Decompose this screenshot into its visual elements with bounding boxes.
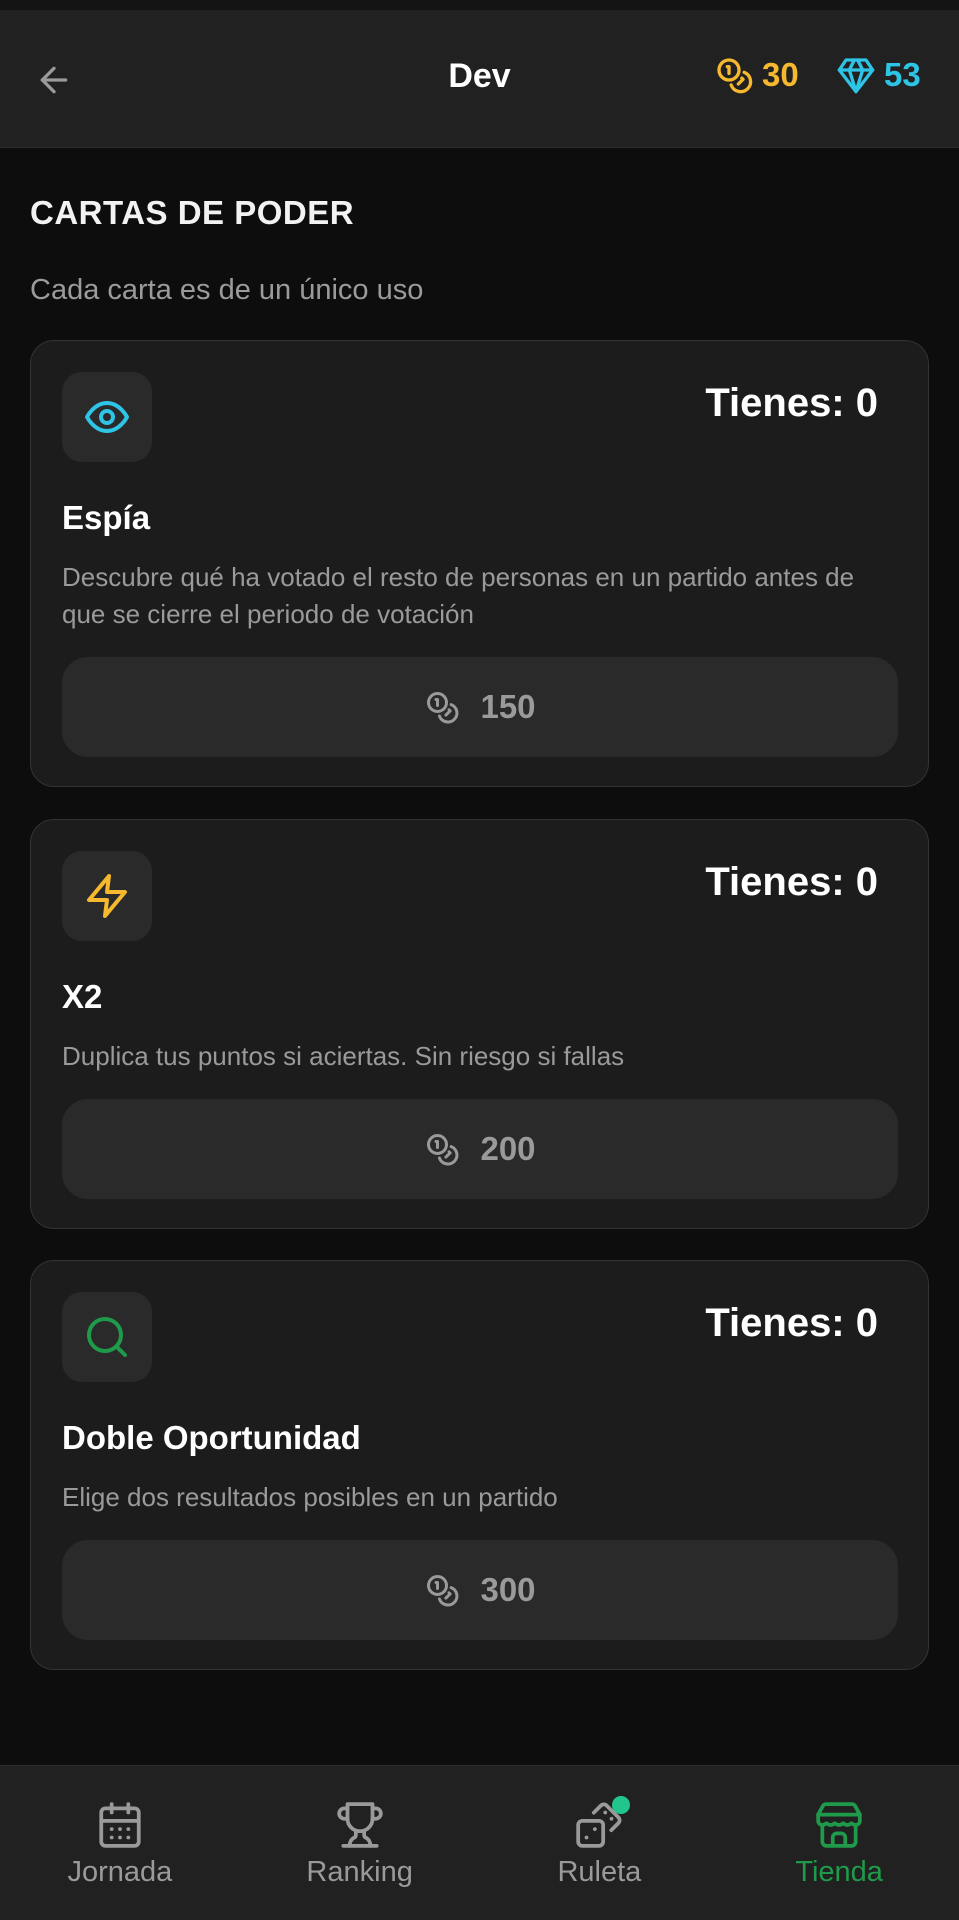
card-name: X2 — [62, 978, 103, 1015]
trophy-icon — [335, 1800, 385, 1850]
section-subtitle: Cada carta es de un único uso — [30, 274, 424, 306]
card-name: Doble Oportunidad — [62, 1419, 361, 1456]
nav-label: Ranking — [306, 1856, 413, 1888]
coin-count: 30 — [762, 56, 799, 93]
status-bar — [0, 0, 959, 10]
nav-item-ranking[interactable]: Ranking — [240, 1766, 480, 1920]
buy-button[interactable]: 300 — [62, 1540, 898, 1640]
card-name: Espía — [62, 499, 151, 536]
store-icon — [814, 1800, 864, 1850]
diamond-icon — [837, 58, 875, 94]
coins-icon — [427, 1575, 459, 1607]
owned-count: Tienes: 0 — [705, 381, 878, 425]
card-description: Descubre qué ha votado el resto de perso… — [62, 562, 855, 629]
gem-count: 53 — [884, 56, 921, 93]
coin-balance[interactable]: 30 — [714, 55, 799, 95]
eye-icon — [85, 401, 129, 433]
price: 200 — [480, 1130, 536, 1167]
card-description: Elige dos resultados posibles en un part… — [62, 1482, 558, 1512]
buy-button[interactable]: 200 — [62, 1099, 898, 1199]
owned-count: Tienes: 0 — [705, 860, 878, 904]
power-card-x2: Tienes: 0 X2 Duplica tus puntos si acier… — [30, 819, 929, 1229]
dice-icon — [574, 1796, 631, 1850]
owned-count: Tienes: 0 — [705, 1301, 878, 1345]
price: 150 — [480, 688, 536, 725]
power-card-espia: Tienes: 0 Espía Descubre qué ha votado e… — [30, 340, 929, 787]
calendar-icon — [95, 1800, 145, 1850]
section-title: CARTAS DE PODER — [30, 194, 355, 231]
top-bar: Dev 30 53 — [0, 10, 959, 148]
nav-label: Jornada — [67, 1856, 173, 1888]
nav-item-ruleta[interactable]: Ruleta — [480, 1766, 720, 1920]
nav-item-tienda[interactable]: Tienda — [719, 1766, 959, 1920]
coins-icon — [717, 58, 753, 94]
card-description: Duplica tus puntos si aciertas. Sin ries… — [62, 1041, 625, 1071]
bottom-navigation: Jornada Ranking Ruleta Tienda — [0, 1765, 959, 1920]
search-icon — [87, 1317, 127, 1357]
gem-balance[interactable]: 53 — [836, 55, 921, 95]
price: 300 — [480, 1571, 536, 1608]
card-icon-box — [62, 1292, 152, 1382]
buy-button[interactable]: 150 — [62, 657, 898, 757]
nav-label: Ruleta — [557, 1856, 642, 1888]
nav-label: Tienda — [795, 1856, 883, 1888]
lightning-icon — [87, 874, 127, 918]
coins-icon — [427, 1134, 459, 1166]
page-title: Dev — [448, 57, 511, 95]
power-card-doble-oportunidad: Tienes: 0 Doble Oportunidad Elige dos re… — [30, 1260, 929, 1670]
card-icon-box — [62, 372, 152, 462]
nav-item-jornada[interactable]: Jornada — [0, 1766, 240, 1920]
notification-dot — [612, 1796, 631, 1814]
card-icon-box — [62, 851, 152, 941]
coins-icon — [427, 692, 459, 724]
